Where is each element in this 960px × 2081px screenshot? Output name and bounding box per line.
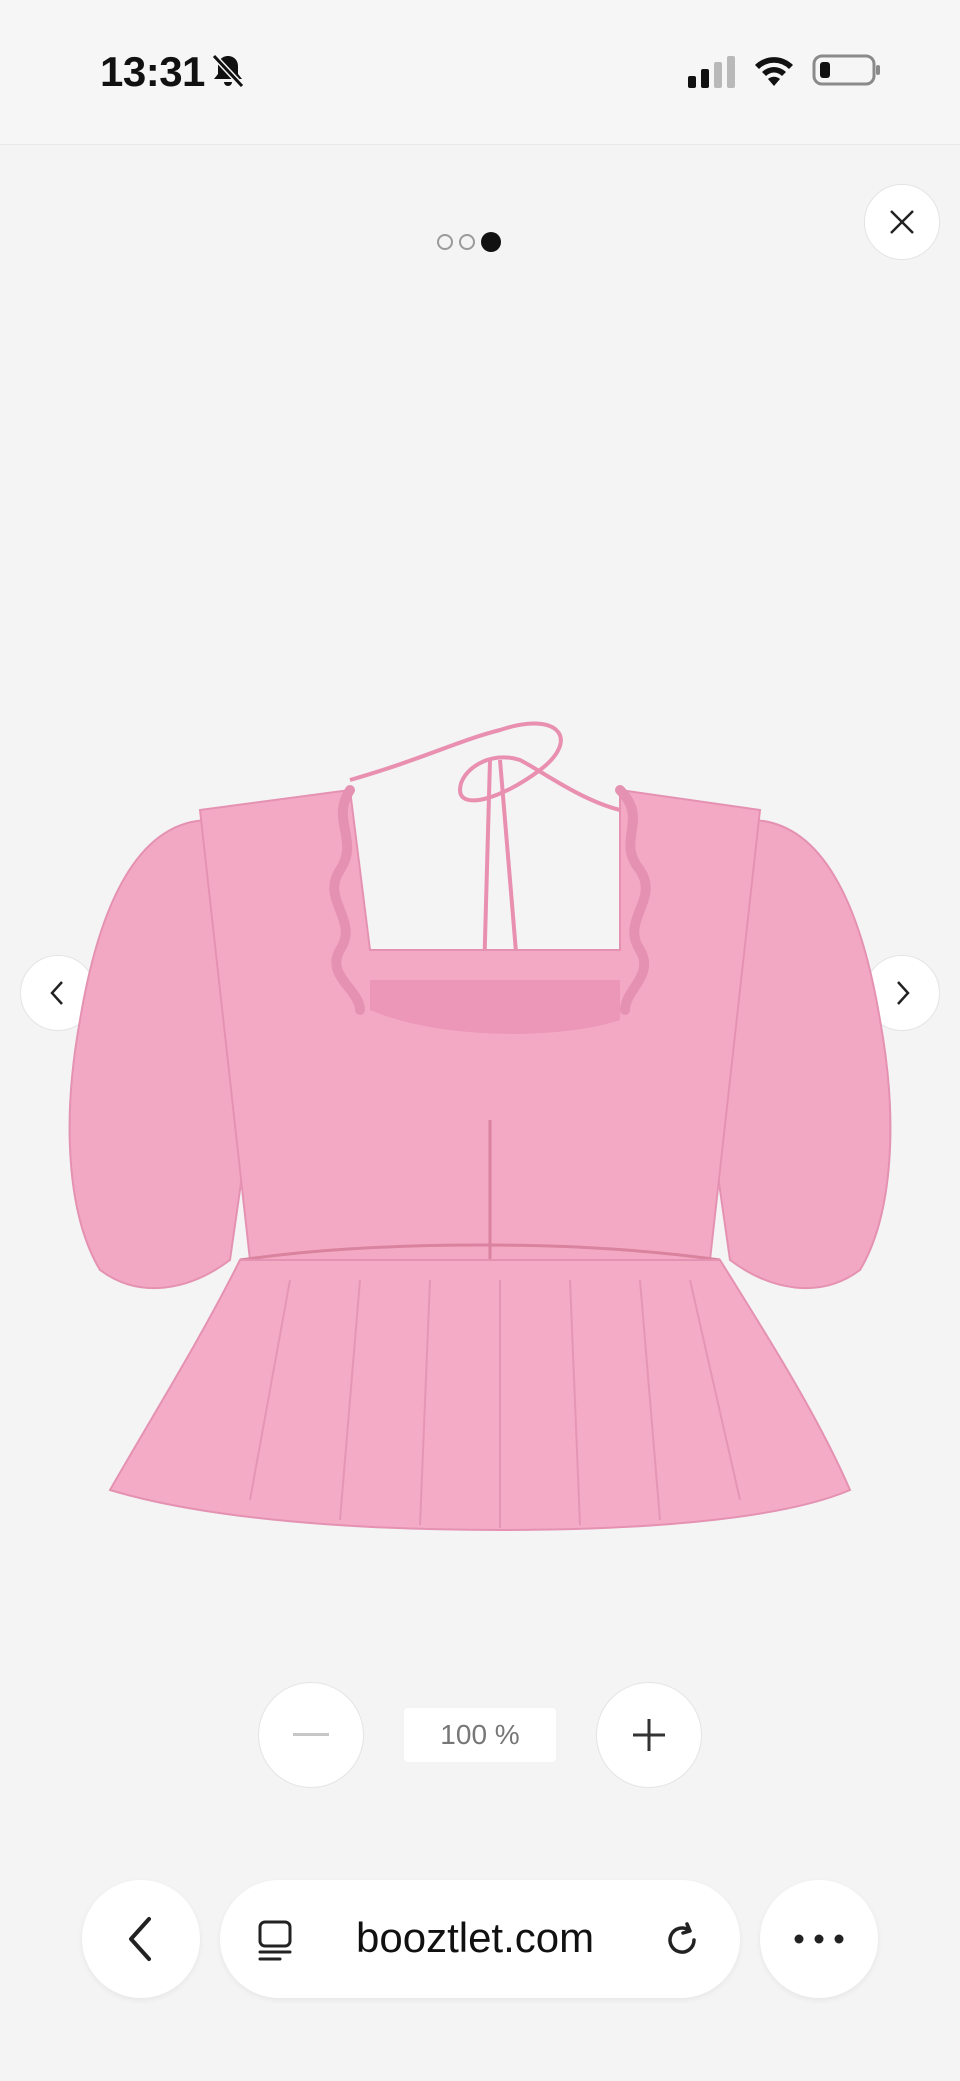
- more-icon: [794, 1934, 844, 1944]
- wifi-icon: [755, 57, 793, 86]
- plus-icon: [633, 1719, 665, 1751]
- cellular-signal-icon: [688, 56, 735, 88]
- zoom-out-button[interactable]: [258, 1682, 364, 1788]
- address-bar[interactable]: booztlet.com: [220, 1880, 740, 1998]
- bell-slash-icon: [211, 53, 245, 89]
- gallery-indicator: [437, 230, 501, 254]
- close-button[interactable]: [864, 184, 940, 260]
- status-bar: 13:31: [0, 0, 960, 145]
- url-text[interactable]: booztlet.com: [356, 1914, 594, 1962]
- tabs-icon[interactable]: [256, 1920, 298, 1962]
- close-icon: [890, 210, 914, 234]
- chevron-left-icon: [129, 1917, 151, 1961]
- product-image[interactable]: [60, 700, 900, 1580]
- zoom-in-button[interactable]: [596, 1682, 702, 1788]
- reload-icon[interactable]: [660, 1918, 704, 1962]
- minus-icon: [293, 1733, 329, 1736]
- more-options-button[interactable]: [760, 1880, 878, 1998]
- gallery-dot-active[interactable]: [481, 232, 501, 252]
- browser-back-button[interactable]: [82, 1880, 200, 1998]
- zoom-level: 100 %: [404, 1708, 556, 1762]
- status-time: 13:31: [100, 48, 205, 95]
- gallery-dot[interactable]: [459, 234, 475, 250]
- battery-icon: [812, 54, 880, 86]
- gallery-dot[interactable]: [437, 234, 453, 250]
